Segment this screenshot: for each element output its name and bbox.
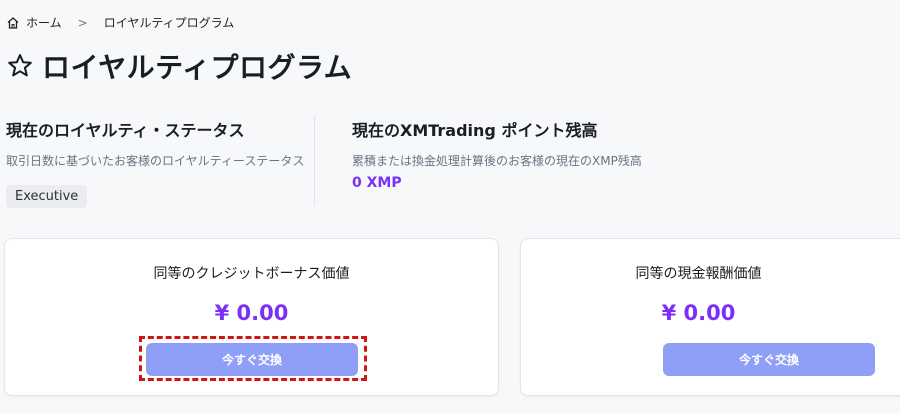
page-title: ロイヤルティプログラム [42,51,353,84]
exchange-credit-bonus-button[interactable]: 今すぐ交換 [146,343,358,376]
breadcrumb: ホーム > ロイヤルティプログラム [6,14,234,31]
credit-bonus-value: ¥ 0.00 [214,301,289,325]
loyalty-status-section: 現在のロイヤルティ・ステータス 取引日数に基づいたお客様のロイヤルティーステータ… [6,117,306,208]
breadcrumb-home-link[interactable]: ホーム [26,14,62,31]
star-outline-icon [6,52,34,80]
cash-reward-value: ¥ 0.00 [661,301,736,325]
cash-reward-card-title: 同等の現金報酬価値 [635,266,762,282]
xmp-balance-value: 0 XMP [352,175,402,191]
points-balance-description: 累積または換金処理計算後のお客様の現在のXMP残高 [352,154,642,168]
breadcrumb-current: ロイヤルティプログラム [103,16,235,30]
loyalty-status-description: 取引日数に基づいたお客様のロイヤルティーステータス [6,154,305,168]
credit-bonus-card: 同等のクレジットボーナス価値 ¥ 0.00 今すぐ交換 [4,238,499,396]
loyalty-status-title: 現在のロイヤルティ・ステータス [6,121,245,140]
points-balance-section: 現在のXMTrading ポイント残高 累積または換金処理計算後のお客様の現在の… [352,117,672,191]
cash-reward-card: 同等の現金報酬価値 ¥ 0.00 今すぐ交換 [520,238,900,396]
points-balance-title: 現在のXMTrading ポイント残高 [352,121,598,140]
exchange-cash-reward-button[interactable]: 今すぐ交換 [663,343,875,376]
breadcrumb-separator: > [77,15,88,30]
section-divider [314,116,315,206]
home-icon[interactable] [6,16,20,30]
tier-badge: Executive [6,185,88,208]
page-header: ロイヤルティプログラム [6,46,352,86]
credit-bonus-card-title: 同等のクレジットボーナス価値 [153,266,350,282]
